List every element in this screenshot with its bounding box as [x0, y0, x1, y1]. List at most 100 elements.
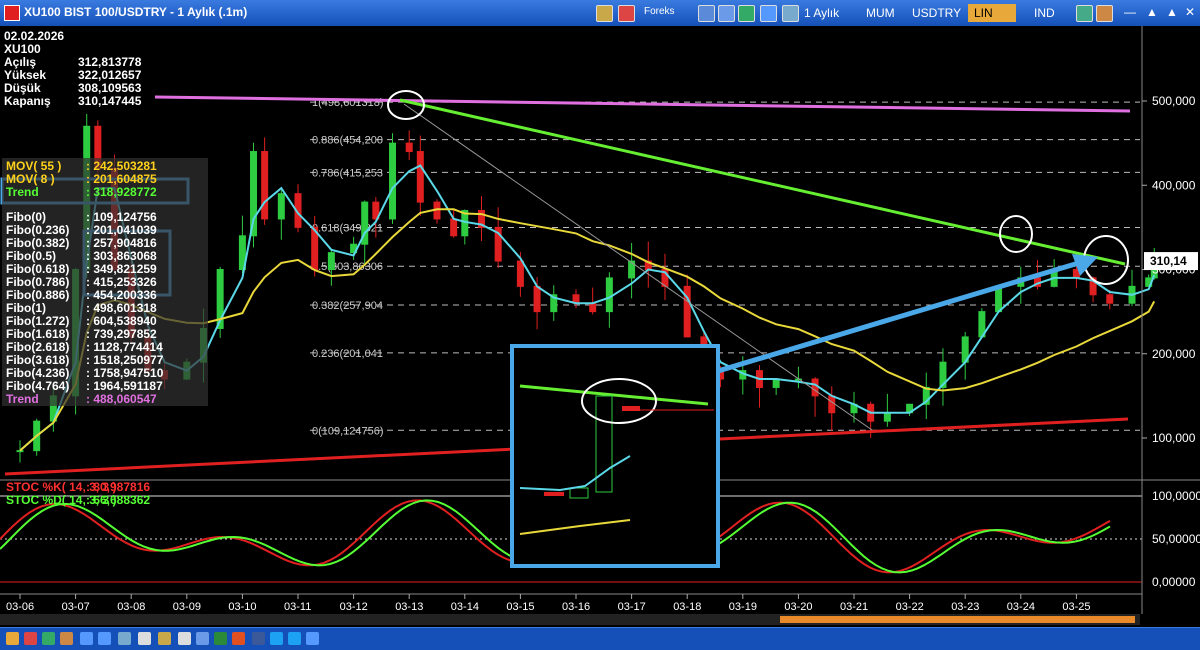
candle-body [883, 412, 891, 422]
scrollbar-thumb[interactable] [780, 616, 1135, 623]
candle-body [516, 260, 524, 287]
tools-icon[interactable] [1096, 5, 1113, 22]
candle-body [416, 151, 424, 203]
fib-label-0: 0(109,124756) [312, 425, 384, 437]
stoc-y-tick-label: 0,00000 [1152, 575, 1196, 589]
info-value: 310,147445 [78, 94, 142, 108]
x-tick-label: 03-19 [729, 601, 757, 613]
legend-mov-label: Trend [6, 185, 39, 199]
save-icon[interactable] [196, 632, 209, 645]
tab-mum[interactable]: MUM [860, 4, 901, 22]
copy-icon[interactable] [138, 632, 151, 645]
tab-ind[interactable]: IND [1028, 4, 1061, 22]
candle-body [828, 395, 836, 414]
legend-stoc-d-value: : 66,688362 [86, 493, 151, 507]
fib-label-0.382: 0.382(257,904 [312, 300, 383, 312]
folder-icon[interactable] [6, 632, 19, 645]
candle-body [327, 252, 335, 270]
zoom-inset [510, 344, 720, 568]
y-tick-label: 500,000 [1152, 94, 1196, 108]
stoc-y-tick-label: 100,0000 [1152, 489, 1200, 503]
restore-button[interactable]: ▲ [1144, 5, 1160, 20]
fib-label-0.786: 0.786(415,253 [312, 167, 383, 179]
candle-body [405, 142, 413, 153]
candle-body [1106, 294, 1114, 304]
minimize-button[interactable]: — [1122, 5, 1138, 20]
tab-usdtry[interactable]: USDTRY [906, 4, 967, 22]
twitter-icon[interactable] [270, 632, 283, 645]
x-tick-label: 03-15 [506, 601, 534, 613]
x-tick-label: 03-12 [340, 601, 368, 613]
horizontal-scrollbar[interactable] [0, 614, 1140, 625]
candle-body [772, 378, 780, 388]
candle-body [589, 302, 597, 313]
timeframe-selector[interactable]: 1 Aylık [798, 4, 845, 22]
stoc-y-tick-label: 50,00000 [1152, 532, 1200, 546]
candle-body [261, 151, 269, 220]
candle-body [811, 378, 819, 397]
info-label: Kapanış [4, 94, 51, 108]
refresh-icon[interactable] [118, 632, 131, 645]
x-tick-label: 03-17 [618, 601, 646, 613]
fib-label-0.886: 0.886(454,200 [312, 135, 383, 147]
settings-icon[interactable] [158, 632, 171, 645]
print-icon[interactable] [178, 632, 191, 645]
fib-label-0.236: 0.236(201,041 [312, 348, 383, 360]
x-tick-label: 03-14 [451, 601, 479, 613]
window-title: XU100 BIST 100/USDTRY - 1 Aylık (.1m) [24, 5, 248, 19]
tab-lin[interactable]: LIN [968, 4, 1016, 22]
x-tick-label: 03-23 [951, 601, 979, 613]
maximize-button[interactable]: ▲ [1164, 5, 1180, 20]
x-tick-label: 03-18 [673, 601, 701, 613]
inset-candle [544, 492, 564, 496]
x-tick-label: 03-22 [896, 601, 924, 613]
x-tick-label: 03-25 [1062, 601, 1090, 613]
table-icon[interactable] [718, 5, 735, 22]
arrows-icon[interactable] [1076, 5, 1093, 22]
crosshair-icon[interactable] [760, 5, 777, 22]
x-tick-label: 03-07 [62, 601, 90, 613]
grid-icon[interactable] [698, 5, 715, 22]
chart-icon[interactable] [24, 632, 37, 645]
app-logo-icon [4, 5, 20, 21]
zoom-out-icon[interactable] [98, 632, 111, 645]
inset-candle [622, 406, 640, 411]
x-tick-label: 03-09 [173, 601, 201, 613]
brand-logo: Foreks [644, 6, 675, 17]
x-tick-label: 03-10 [228, 601, 256, 613]
y-tick-label: 100,000 [1152, 431, 1196, 445]
pdf-icon[interactable] [232, 632, 245, 645]
share-icon[interactable] [288, 632, 301, 645]
close-icon[interactable]: ✕ [1182, 5, 1198, 20]
facebook-icon[interactable] [252, 632, 265, 645]
legend-trend2-label: Trend [6, 392, 39, 406]
fib-label-0.5: 0.5(303,86306 [312, 261, 383, 273]
calendar-icon[interactable] [618, 5, 635, 22]
candle-body [277, 193, 285, 220]
last-price-label: 310,14 [1150, 254, 1187, 268]
info-icon[interactable] [306, 632, 319, 645]
y-tick-label: 400,000 [1152, 178, 1196, 192]
template-icon[interactable] [596, 5, 613, 22]
tool-icon[interactable] [60, 632, 73, 645]
x-tick-label: 03-11 [284, 601, 311, 613]
x-tick-label: 03-13 [395, 601, 423, 613]
candle-body [16, 450, 24, 453]
excel-icon[interactable] [214, 632, 227, 645]
candle-body [533, 285, 541, 313]
x-tick-label: 03-16 [562, 601, 590, 613]
legend-mov-value: : 318,928772 [86, 185, 157, 199]
indicator-icon[interactable] [42, 632, 55, 645]
candle-body [389, 142, 397, 220]
x-tick-label: 03-24 [1007, 601, 1035, 613]
legend-trend2-value: : 488,060547 [86, 392, 157, 406]
draw-line-icon[interactable] [738, 5, 755, 22]
x-tick-label: 03-20 [784, 601, 812, 613]
x-tick-label: 03-06 [6, 601, 34, 613]
wave-icon[interactable] [782, 5, 799, 22]
y-tick-label: 200,000 [1152, 347, 1196, 361]
status-bar [0, 627, 1200, 650]
title-bar: XU100 BIST 100/USDTRY - 1 Aylık (.1m) Fo… [0, 0, 1200, 27]
zoom-in-icon[interactable] [80, 632, 93, 645]
x-tick-label: 03-21 [840, 601, 868, 613]
